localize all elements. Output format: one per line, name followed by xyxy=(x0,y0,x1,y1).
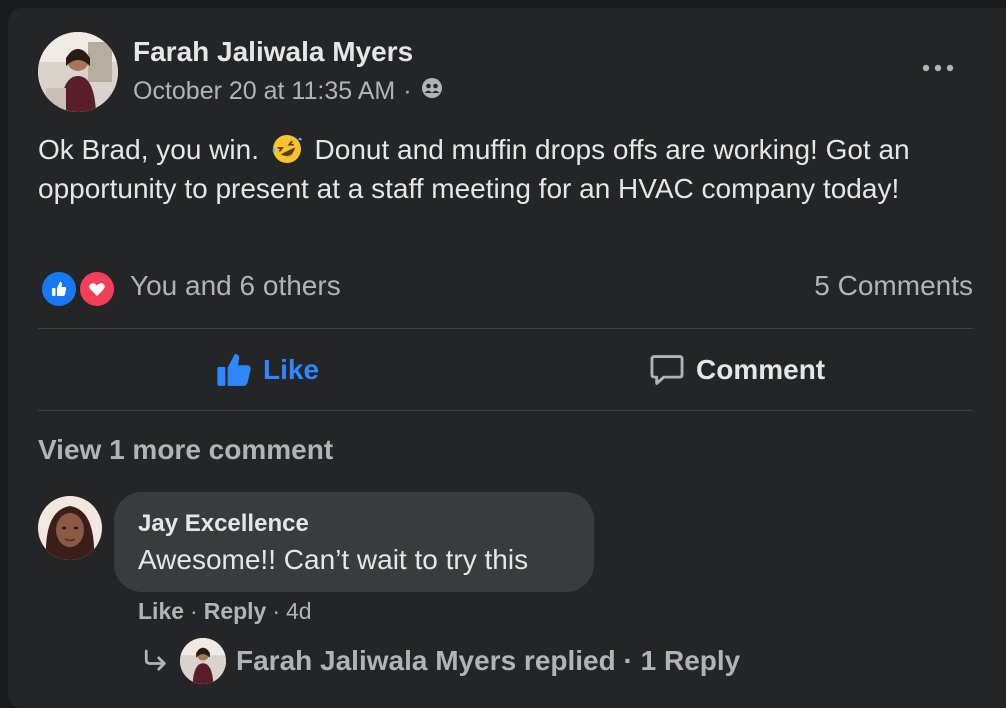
comment-age: 4d xyxy=(286,598,312,624)
rolling-on-floor-laughing-emoji xyxy=(272,135,302,163)
comments-count[interactable]: 5 Comments xyxy=(814,270,973,302)
comment-bubble: Jay Excellence Awesome!! Can’t wait to t… xyxy=(114,492,594,592)
reaction-icons[interactable] xyxy=(38,266,118,308)
author-avatar[interactable] xyxy=(38,32,118,112)
comment-button[interactable]: Comment xyxy=(648,340,825,400)
post-text-part-1: Ok Brad, you win. xyxy=(38,134,259,165)
view-more-comments-link[interactable]: View 1 more comment xyxy=(38,434,333,466)
like-button[interactable]: Like xyxy=(215,340,319,400)
post-timestamp[interactable]: October 20 at 11:35 AM xyxy=(133,77,395,106)
reply-arrow-icon xyxy=(144,649,166,671)
reaction-summary[interactable]: You and 6 others xyxy=(130,270,341,302)
thumbs-up-icon xyxy=(217,354,251,386)
comment-actions: Like · Reply · 4d xyxy=(138,598,312,625)
meta-separator: · xyxy=(403,77,412,105)
comment-button-label: Comment xyxy=(696,354,826,385)
post-author-name[interactable]: Farah Jaliwala Myers xyxy=(133,36,413,68)
replies-link[interactable]: Farah Jaliwala Myers replied · 1 Reply xyxy=(140,636,740,686)
more-dots-icon xyxy=(922,64,954,72)
post-meta: October 20 at 11:35 AM · xyxy=(133,76,444,107)
comment-reply-link[interactable]: Reply xyxy=(204,598,267,625)
love-reaction-icon xyxy=(78,270,116,308)
reply-author-avatar xyxy=(180,638,226,684)
replies-summary: Farah Jaliwala Myers replied · 1 Reply xyxy=(236,645,741,676)
comment-action-separator: · xyxy=(190,598,198,624)
like-button-label: Like xyxy=(263,354,320,385)
more-options-button[interactable] xyxy=(918,56,958,80)
comment-text: Awesome!! Can’t wait to try this xyxy=(138,544,529,575)
avatar-photo xyxy=(38,32,118,112)
comment-like-link[interactable]: Like xyxy=(138,598,184,625)
like-reaction-icon xyxy=(40,270,78,308)
comment-author[interactable]: Jay Excellence xyxy=(138,510,309,538)
divider xyxy=(38,410,973,411)
comment-icon xyxy=(650,355,684,385)
divider xyxy=(38,328,973,329)
comment-action-separator: · xyxy=(272,598,281,624)
commenter-avatar-photo xyxy=(38,496,102,560)
commenter-avatar[interactable] xyxy=(38,496,102,560)
reactions-row: You and 6 others 5 Comments xyxy=(38,264,973,308)
post-text: Ok Brad, you win. Donut and muffin drops… xyxy=(38,130,968,208)
friends-icon[interactable] xyxy=(420,76,444,107)
